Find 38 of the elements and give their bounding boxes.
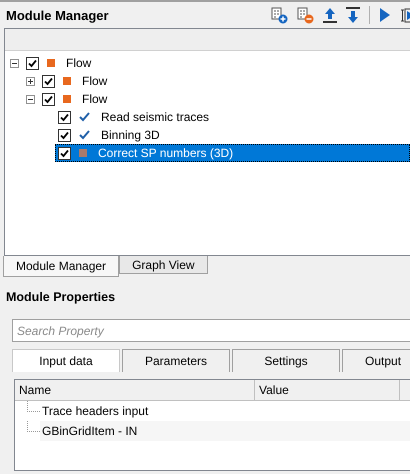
tree-item[interactable]: Flow [79, 91, 110, 107]
checkbox[interactable] [42, 74, 55, 88]
checkbox[interactable] [58, 128, 71, 142]
panel-title: Module Manager [6, 8, 110, 22]
move-down-icon[interactable] [346, 7, 360, 23]
checkbox[interactable] [26, 56, 39, 70]
collapse-icon[interactable] [26, 94, 35, 104]
tree-item[interactable]: Binning 3D [98, 127, 163, 143]
flow-icon [63, 95, 71, 103]
module-icon [79, 149, 87, 157]
check-icon [79, 112, 90, 122]
tab[interactable]: Input data [12, 349, 120, 372]
table-cell: Trace headers input [42, 404, 148, 418]
tree-item[interactable]: Flow [79, 73, 110, 89]
tab[interactable]: Parameters [122, 349, 230, 372]
check-icon [79, 130, 90, 140]
column-header[interactable]: Value [255, 380, 400, 400]
tab[interactable]: Output [342, 349, 410, 372]
checkbox[interactable] [42, 92, 55, 106]
run-icon[interactable] [379, 7, 391, 23]
flow-icon [47, 59, 55, 67]
collapse-icon[interactable] [10, 58, 19, 68]
checkbox[interactable] [58, 110, 71, 124]
remove-icon[interactable] [297, 6, 314, 24]
tab[interactable]: Graph View [119, 256, 208, 274]
search-field[interactable]: Search Property [12, 319, 410, 342]
tree-item[interactable]: Read seismic traces [98, 109, 212, 125]
expand-icon[interactable] [26, 76, 35, 86]
tab[interactable]: Settings [232, 349, 340, 372]
panel-title: Module Properties [6, 290, 116, 306]
checkbox[interactable] [58, 146, 71, 160]
move-up-icon[interactable] [323, 7, 337, 23]
column-header[interactable]: Name [15, 380, 255, 400]
flow-icon [63, 77, 71, 85]
add-icon[interactable] [271, 6, 288, 24]
tab[interactable]: Module Manager [3, 256, 120, 277]
table-cell: GBinGridItem - IN [42, 424, 138, 438]
tree-item[interactable]: Flow [63, 55, 94, 71]
